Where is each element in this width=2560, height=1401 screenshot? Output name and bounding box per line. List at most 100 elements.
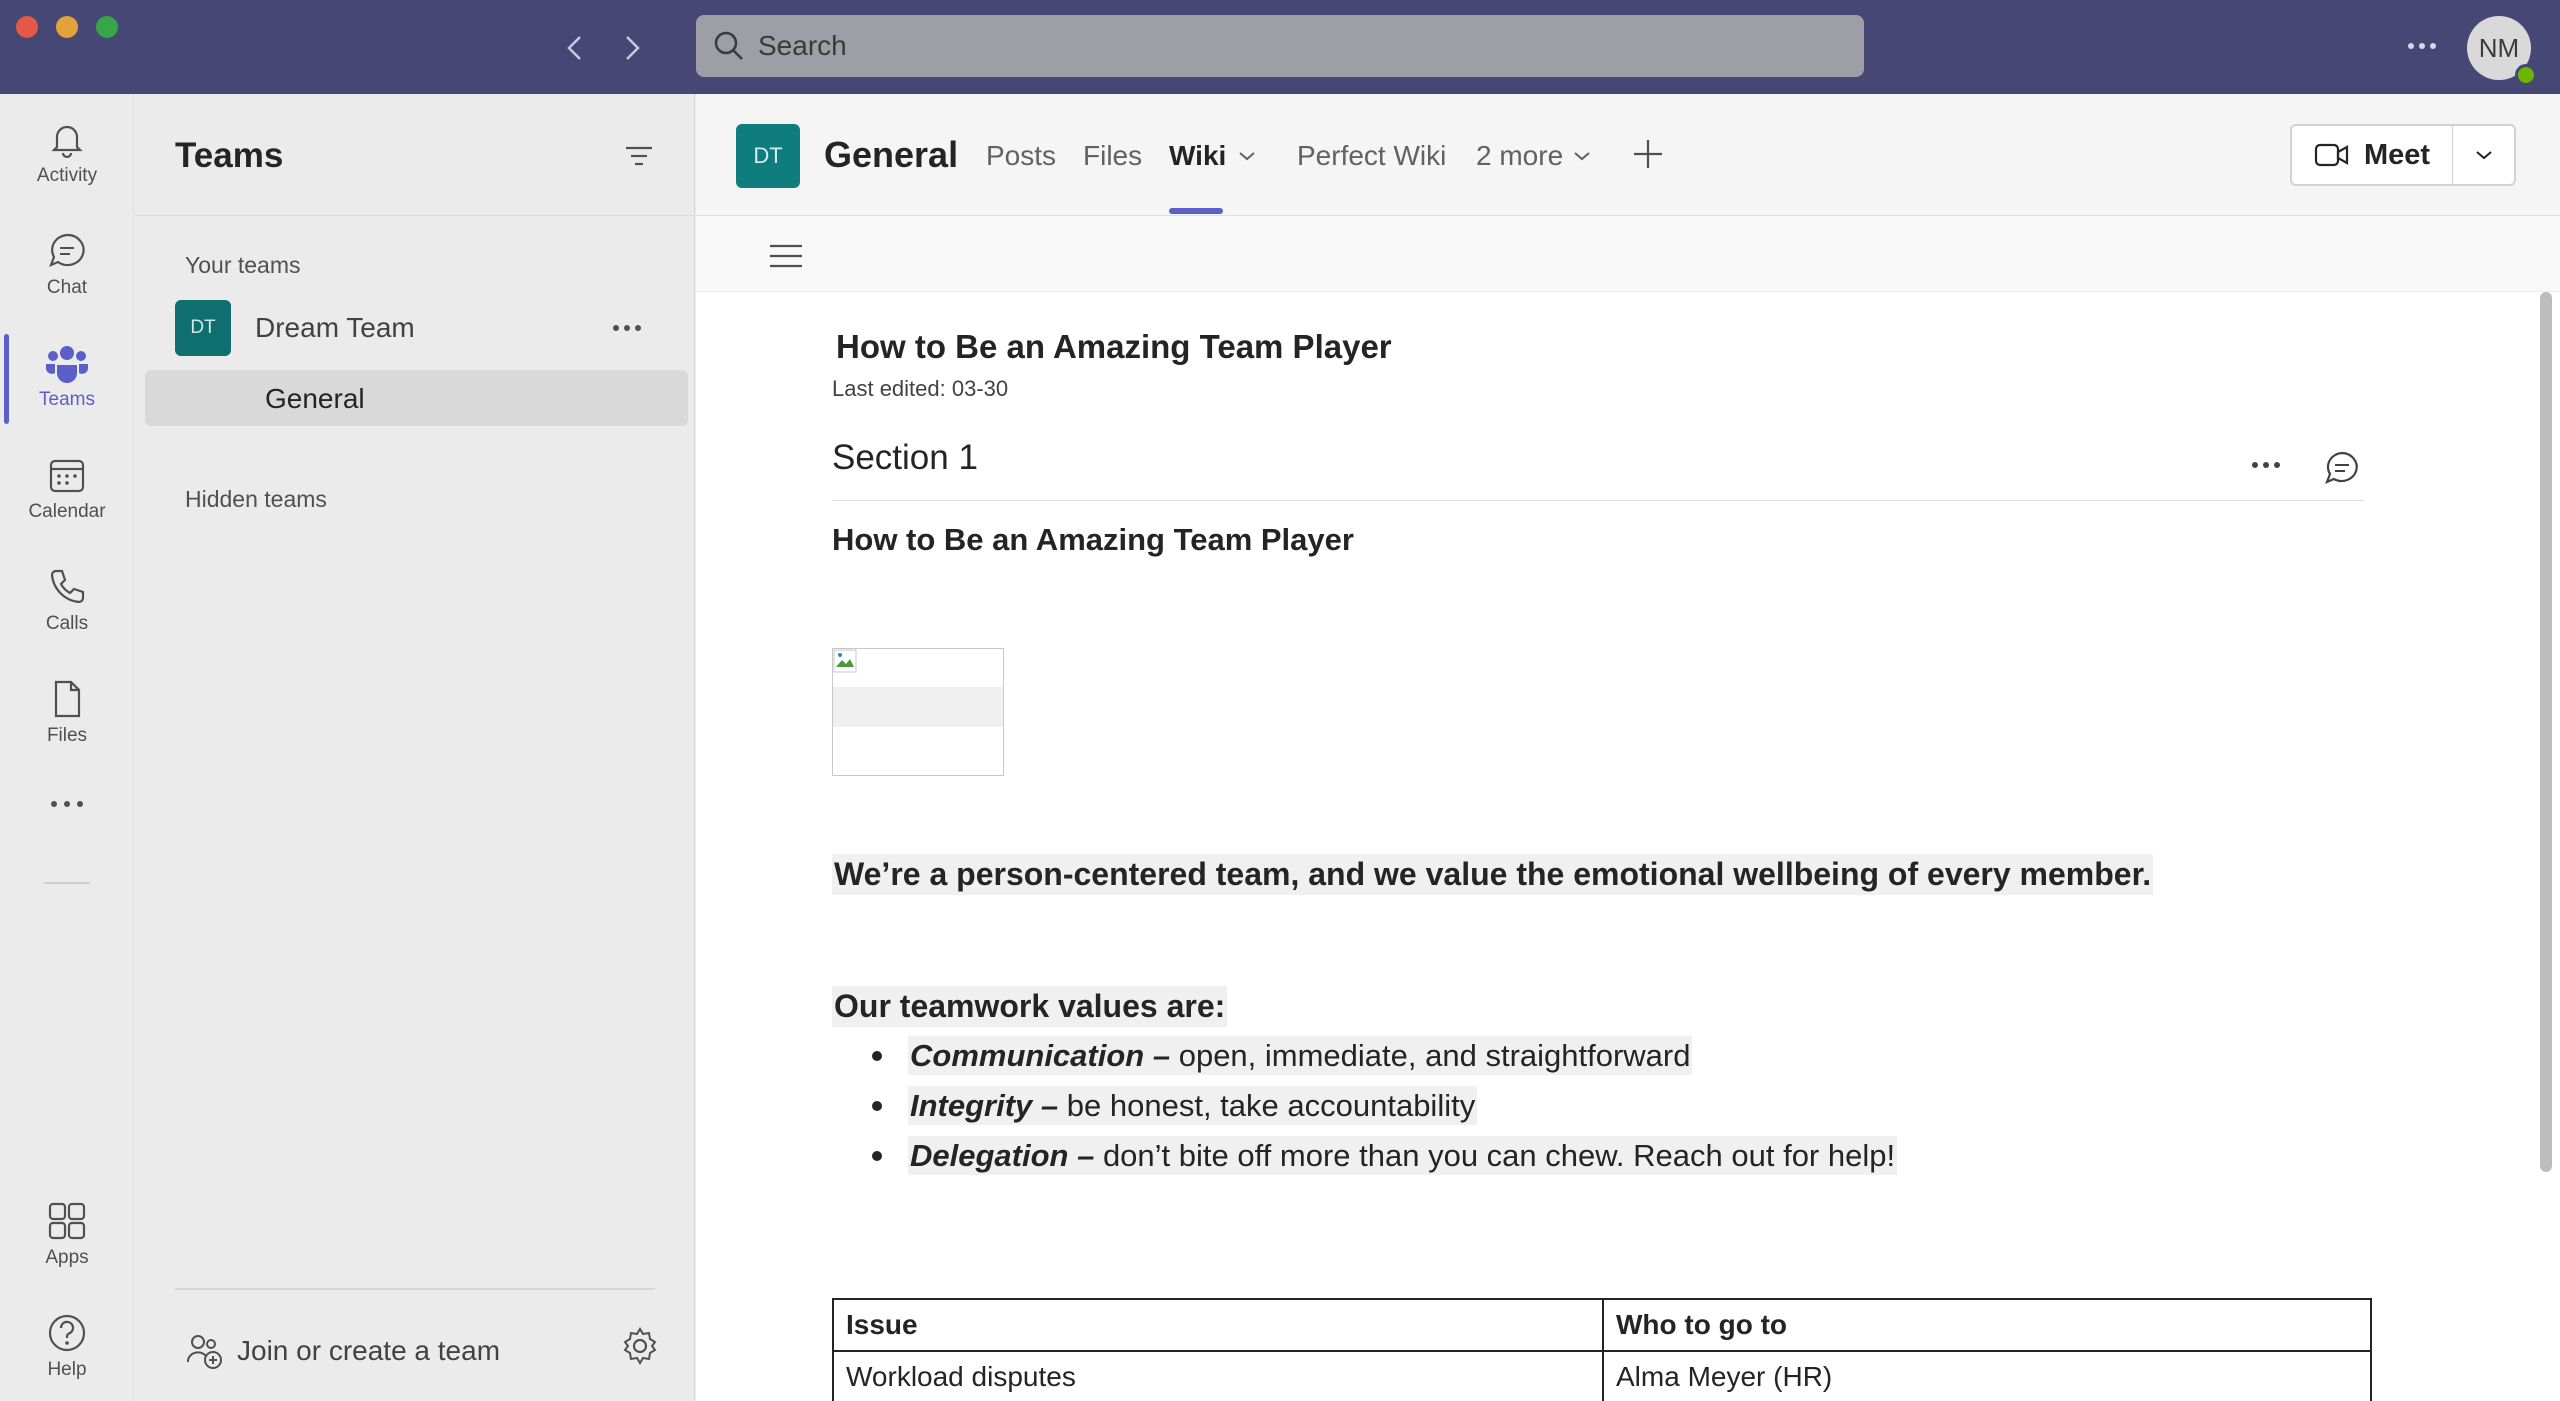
rail-label-activity: Activity [36, 165, 98, 186]
team-avatar: DT [175, 300, 231, 356]
chevron-left-icon [567, 36, 581, 60]
value-term: Delegation – [910, 1138, 1095, 1173]
your-teams-label: Your teams [185, 252, 301, 278]
value-text: Integrity – be honest, take accountabili… [908, 1086, 1478, 1125]
channel-title: General [824, 134, 959, 175]
bullet-icon [872, 1051, 882, 1061]
chevron-down-icon [1574, 152, 1590, 161]
channel-general[interactable]: General [145, 370, 688, 426]
app-rail: Activity Chat Teams Calendar Calls Files… [0, 94, 134, 1401]
settings-more-button[interactable] [2400, 26, 2444, 66]
broken-image-placeholder [832, 648, 1004, 776]
add-people-icon [187, 1335, 222, 1369]
team-dream-team[interactable]: DT Dream Team [175, 300, 675, 360]
add-tab-icon[interactable] [1628, 134, 1668, 174]
rail-item-help[interactable]: Help [0, 1292, 134, 1401]
section-divider [832, 500, 2364, 501]
bell-icon [51, 125, 83, 159]
chevron-right-icon [626, 36, 640, 60]
issue-contact-table: Issue Who to go to Workload disputes Alm… [832, 1298, 2372, 1401]
image-band [833, 687, 1003, 727]
rail-item-chat[interactable]: Chat [0, 210, 134, 320]
values-heading: Our teamwork values are: [832, 986, 1228, 1027]
hidden-teams-label[interactable]: Hidden teams [185, 486, 327, 513]
value-text: Communication – open, immediate, and str… [908, 1036, 1693, 1075]
comment-icon[interactable] [2322, 448, 2362, 488]
user-avatar[interactable]: NM [2467, 16, 2537, 86]
join-or-create-team-button[interactable]: Join or create a team [185, 1326, 500, 1376]
value-term: Integrity – [910, 1088, 1059, 1123]
tab-more-label: 2 more [1476, 140, 1564, 171]
wiki-page-title[interactable]: How to Be an Amazing Team Player [836, 328, 1392, 366]
section-title[interactable]: Section 1 [832, 438, 978, 478]
team-more-options-button[interactable] [605, 310, 649, 346]
rail-label-help: Help [47, 1359, 87, 1380]
search-icon [714, 31, 743, 60]
window-zoom-button[interactable] [96, 16, 118, 38]
back-button[interactable] [555, 28, 595, 68]
list-item: Communication – open, immediate, and str… [872, 1034, 1897, 1084]
active-indicator [4, 334, 9, 424]
meet-options-button[interactable] [2452, 124, 2516, 186]
calendar-icon [49, 459, 85, 493]
wiki-scrollbar[interactable] [2540, 292, 2552, 1172]
apps-icon [48, 1202, 86, 1240]
teams-panel-title: Teams [175, 136, 284, 175]
body-heading: How to Be an Amazing Team Player [832, 522, 1354, 557]
rail-label-apps: Apps [45, 1247, 89, 1268]
rail-item-calendar[interactable]: Calendar [0, 434, 134, 544]
rail-label-teams: Teams [39, 389, 95, 410]
rail-label-files: Files [46, 725, 88, 746]
teams-panel-header: Teams [135, 94, 695, 216]
tab-perfect-wiki[interactable]: Perfect Wiki [1297, 140, 1446, 172]
video-camera-icon [2314, 143, 2349, 167]
rail-item-calls[interactable]: Calls [0, 546, 134, 656]
rail-divider [44, 882, 90, 884]
forward-button[interactable] [612, 28, 652, 68]
avatar-initials: NM [2478, 32, 2520, 63]
presence-available-icon [2515, 64, 2537, 86]
bullet-icon [872, 1101, 882, 1111]
rail-item-files[interactable]: Files [0, 658, 134, 768]
teams-icon [46, 346, 88, 383]
title-bar: Search NM [0, 0, 2560, 94]
divider [175, 1288, 655, 1290]
more-icon [2408, 43, 2436, 49]
table-header: Who to go to [1602, 1298, 2372, 1352]
more-apps-button[interactable] [0, 764, 134, 844]
more-icon [613, 325, 641, 331]
phone-icon [50, 569, 85, 604]
last-edited: Last edited: 03-30 [832, 376, 1009, 401]
filter-icon[interactable] [621, 138, 657, 174]
rail-label-calendar: Calendar [28, 501, 106, 522]
wiki-page: How to Be an Amazing Team Player Last ed… [696, 292, 2560, 1401]
tab-more[interactable]: 2 more [1476, 140, 1593, 172]
chevron-down-icon [1239, 152, 1255, 161]
table-header: Issue [832, 1298, 1604, 1352]
table-cell: Workload disputes [832, 1350, 1604, 1401]
tab-posts[interactable]: Posts [986, 140, 1056, 172]
tab-wiki[interactable]: Wiki [1169, 140, 1258, 172]
tab-files[interactable]: Files [1083, 140, 1142, 172]
help-icon [48, 1314, 86, 1352]
values-list: Communication – open, immediate, and str… [872, 1034, 1898, 1184]
more-icon [2252, 462, 2280, 468]
window-close-button[interactable] [16, 16, 38, 38]
window-minimize-button[interactable] [56, 16, 78, 38]
section-more-options-button[interactable] [2246, 450, 2286, 480]
search-placeholder: Search [758, 30, 847, 61]
meet-button[interactable]: Meet [2290, 124, 2454, 186]
rail-item-apps[interactable]: Apps [0, 1180, 134, 1290]
table-cell: Alma Meyer (HR) [1602, 1350, 2372, 1401]
teams-panel: Teams Your teams DT Dream Team General H… [135, 94, 695, 1401]
chevron-down-icon [2475, 151, 2492, 160]
value-term: Communication – [910, 1038, 1171, 1073]
search-box[interactable]: Search [696, 15, 1864, 77]
rail-item-activity[interactable]: Activity [0, 98, 134, 208]
rail-item-teams[interactable]: Teams [0, 322, 134, 432]
list-item: Integrity – be honest, take accountabili… [872, 1084, 1897, 1134]
table-header-row: Issue Who to go to [832, 1298, 2372, 1352]
hamburger-menu-icon[interactable] [766, 236, 806, 276]
bullet-icon [872, 1151, 882, 1161]
gear-icon[interactable] [620, 1326, 660, 1366]
